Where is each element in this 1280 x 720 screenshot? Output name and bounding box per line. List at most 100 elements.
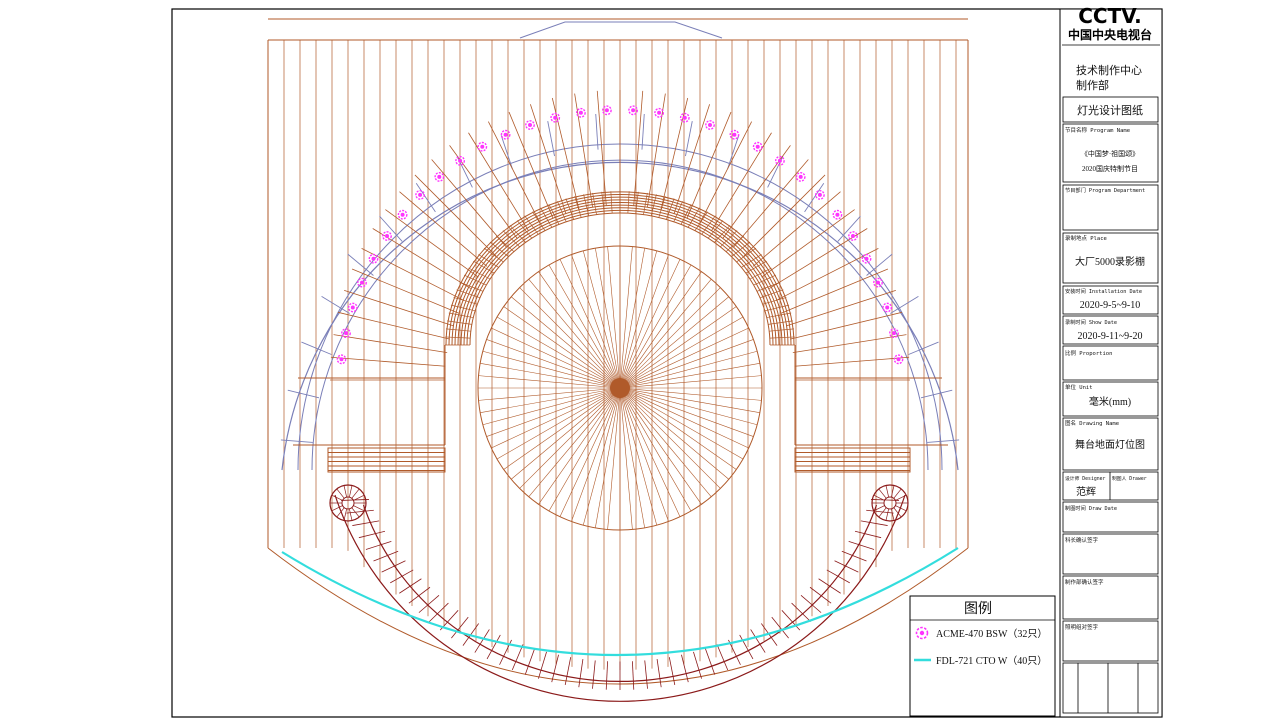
walkway-rung — [644, 660, 648, 689]
show-value: 2020-9-11~9-20 — [1077, 331, 1142, 342]
walkway-rung — [834, 560, 859, 573]
fan-line — [673, 104, 710, 214]
dept-line-2: 制作部 — [1076, 78, 1109, 92]
fan-line — [786, 290, 896, 327]
acme-470-fixture-icon — [368, 253, 379, 264]
acme-470-fixture-icon — [752, 141, 763, 152]
walkway-rung — [716, 644, 729, 671]
acme-470-fixture-icon — [889, 328, 899, 339]
truss-segment — [727, 135, 740, 169]
program-line-1: 《中国梦·祖国颂》 — [1081, 149, 1139, 158]
stair-block-left — [327, 447, 446, 473]
center-spoke — [607, 387, 621, 530]
truss-header — [519, 21, 723, 39]
acme-470-fixture-icon — [729, 129, 740, 140]
walkway-rung — [704, 648, 716, 675]
walkway-rung — [474, 629, 490, 653]
spiral-step — [353, 505, 365, 512]
cctv-logo: CCTV. — [1078, 4, 1142, 28]
acme-470-fixture-icon — [795, 171, 806, 182]
center-spoke — [607, 246, 621, 389]
drawing-name-value: 舞台地面灯位图 — [1075, 438, 1145, 451]
spiral-step — [336, 488, 345, 499]
acme-470-fixture-icon — [893, 354, 904, 365]
walkway-rung — [381, 560, 406, 573]
truss-segment — [920, 389, 953, 399]
acme-470-fixture-icon — [347, 302, 358, 313]
install-label: 安装时间 Installation Date — [1065, 287, 1142, 295]
fan-line — [508, 111, 554, 219]
center-spoke — [482, 387, 621, 426]
spiral-step — [893, 488, 902, 499]
fan-line — [530, 104, 567, 214]
center-spoke — [619, 250, 658, 389]
spiral-step — [343, 485, 348, 498]
center-spoke — [619, 375, 762, 389]
walkway-rung — [791, 602, 811, 622]
walkway-rung — [750, 629, 766, 653]
spiral-step — [348, 508, 353, 521]
spiral-step — [885, 508, 890, 521]
fan-line — [790, 311, 903, 340]
truss-segment — [641, 113, 645, 150]
truss-segment — [804, 183, 825, 213]
fan-line — [337, 311, 450, 340]
draw-date-label: 制图时间 Draw Date — [1065, 504, 1117, 512]
unit-label: 单位 Unit — [1065, 383, 1093, 391]
install-value: 2020-9-5~9-10 — [1080, 300, 1140, 311]
center-spoke — [478, 387, 621, 401]
legend-box: 图例 ACME-470 BSW（32只） FDL-721 CTO W（40只） — [909, 595, 1056, 717]
center-spoke — [582, 250, 621, 389]
center-spoke — [619, 387, 658, 526]
acme-470-fixture-icon — [415, 189, 426, 200]
place-value: 大厂5000录影棚 — [1075, 255, 1145, 268]
center-spoke — [619, 259, 681, 389]
acme-470-fixture-icon — [336, 354, 347, 365]
sign-3-label: 照明组对签字 — [1065, 623, 1099, 631]
program-label: 节目名称 Program Name — [1065, 126, 1130, 134]
fan-line — [686, 111, 732, 219]
doc-title: 灯光设计图纸 — [1077, 103, 1143, 117]
truss-segment — [287, 389, 320, 399]
truss-segment — [685, 121, 693, 157]
walkway-rung — [365, 541, 392, 550]
walkway-rung — [511, 644, 524, 671]
acme-470-fixture-icon — [832, 209, 843, 220]
walkway-rung — [538, 651, 547, 679]
walkway-rung — [681, 654, 689, 683]
lighting-drawing-sheet: CCTV. 中国中央电视台 技术制作中心 制作部 灯光设计图纸 节目名称 Pro… — [171, 4, 1163, 718]
acme-470-fixture-icon — [477, 141, 488, 152]
center-spoke — [619, 387, 681, 517]
sign-1-label: 科长确认签字 — [1065, 536, 1099, 544]
center-spoke — [619, 387, 758, 426]
sign-2-label: 制作部确认签字 — [1065, 578, 1104, 586]
walkway-rung — [818, 578, 841, 594]
acme-470-fixture-icon — [848, 231, 858, 241]
truss-segment — [500, 135, 513, 169]
acme-470-fixture-icon — [815, 189, 825, 200]
acme-470-fixture-icon — [861, 253, 872, 264]
fan-line — [574, 93, 594, 208]
walkway-rung — [429, 602, 449, 622]
center-spoke — [582, 387, 621, 526]
walkway-rung — [592, 660, 596, 689]
fan-line — [333, 334, 448, 354]
center-spoke — [619, 387, 633, 530]
walkway-rung — [605, 661, 609, 690]
walkway-rung — [854, 530, 882, 539]
walkway-rung — [524, 648, 536, 675]
truss-segment — [415, 183, 436, 213]
fan-line — [633, 90, 644, 206]
logo-subtitle: 中国中央电视台 — [1068, 27, 1152, 42]
acme-470-fixture-icon — [382, 231, 392, 241]
fan-line — [775, 247, 879, 301]
program-line-2: 2020国庆特制节目 — [1082, 164, 1138, 173]
walkway-rung — [352, 520, 380, 526]
spiral-step — [878, 488, 887, 499]
walkway-rung — [866, 509, 894, 514]
walkway-rung — [631, 661, 635, 690]
walkway-rung — [399, 578, 422, 594]
unit-value: 毫米(mm) — [1089, 395, 1131, 408]
fan-line — [792, 334, 907, 354]
walkway-rung — [358, 530, 386, 539]
